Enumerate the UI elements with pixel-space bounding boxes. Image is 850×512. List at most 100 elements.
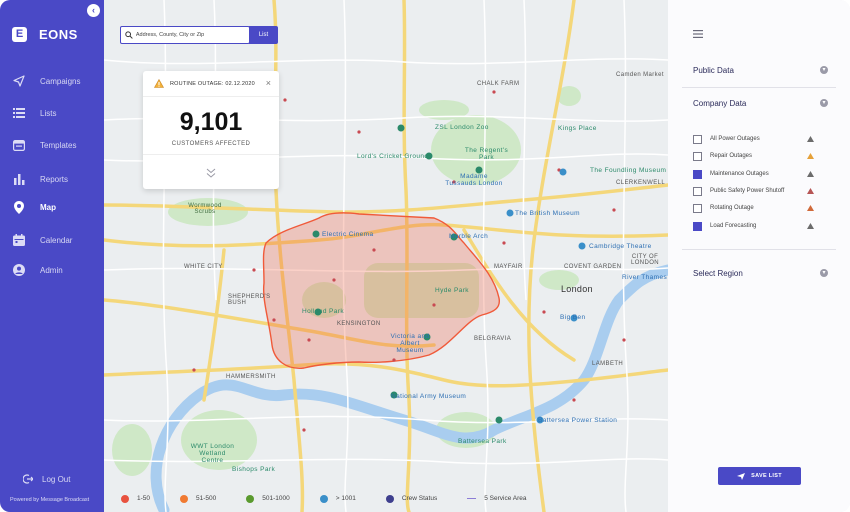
map-label: Lord's Cricket Ground <box>357 153 429 160</box>
legend-label: Crew Status <box>401 495 438 502</box>
calendar-icon <box>12 233 26 247</box>
map-label: CITY OF LONDON <box>630 254 660 266</box>
maintenance-icon <box>807 171 814 177</box>
legend-item: 1-50 <box>121 494 151 503</box>
map-legend: 1-50 51-500 501-1000 > 1001 Crew Status … <box>104 485 668 512</box>
option-load-forecasting[interactable]: Load Forecasting <box>693 220 818 232</box>
checkbox-checked[interactable] <box>693 169 702 179</box>
brand-logo: E <box>12 27 27 42</box>
legend-item: 51-500 <box>180 494 217 503</box>
sidebar-item-lists[interactable]: Lists <box>0 101 104 125</box>
map-label: LAMBETH <box>592 361 624 367</box>
option-rotating-outage[interactable]: Rotating Outage <box>693 202 818 214</box>
logout-icon <box>21 472 35 486</box>
chevron-double-down-icon[interactable] <box>205 167 217 179</box>
outage-marker-icon <box>246 494 255 503</box>
option-label: Public Safety Power Shutoff <box>710 188 785 194</box>
checkbox-checked[interactable] <box>693 221 702 231</box>
legend-item: > 1001 <box>319 494 356 503</box>
search-input[interactable] <box>135 32 249 38</box>
option-label: Repair Outages <box>710 153 753 159</box>
map-label: Marble Arch <box>449 233 489 240</box>
brand: E EONS <box>12 27 78 42</box>
map-label: Holland Park <box>302 308 345 315</box>
outage-card-footer <box>143 154 279 189</box>
map-label: Battersea Park <box>458 438 507 445</box>
send-icon <box>12 74 26 88</box>
select-region-title[interactable]: Select Region <box>693 269 743 278</box>
map-label: SHEPHERD'S BUSH <box>228 294 271 306</box>
divider <box>682 249 836 250</box>
legend-label: 1-50 <box>137 495 151 502</box>
logout-button[interactable]: Log Out <box>0 470 104 488</box>
map-view[interactable]: CHALK FARM ZSL London Zoo The Regent's P… <box>104 0 668 512</box>
send-icon <box>737 472 746 480</box>
list-button[interactable]: List <box>249 26 278 44</box>
menu-icon[interactable] <box>693 30 703 38</box>
checkbox[interactable] <box>693 203 702 213</box>
map-label: WWT London Wetland Centre <box>190 443 235 464</box>
legend-label: 51-500 <box>196 495 217 502</box>
bar-chart-icon <box>12 172 26 186</box>
customers-affected-count: 9,101 <box>179 108 243 136</box>
template-icon <box>12 138 26 152</box>
map-label: The Regent's Park <box>464 147 509 161</box>
sidebar: ‹ E EONS Campaigns Lists Templates Repor… <box>0 0 104 512</box>
search-icon <box>125 31 133 39</box>
service-area-line-icon <box>467 497 477 500</box>
legend-label: 5 Service Area <box>484 495 527 502</box>
chevron-down-icon[interactable]: ▾ <box>820 99 828 107</box>
option-repair-outages[interactable]: Repair Outages <box>693 150 818 162</box>
crew-status-icon <box>385 494 394 503</box>
outage-title: ROUTINE OUTAGE: 02.12.2020 <box>170 80 255 87</box>
save-list-button[interactable]: SAVE LIST <box>718 467 801 485</box>
collapse-sidebar-icon[interactable]: ‹ <box>87 4 100 17</box>
search-bar <box>120 26 250 44</box>
map-label: London <box>561 284 593 294</box>
close-icon[interactable]: × <box>266 79 271 88</box>
sidebar-item-label: Lists <box>40 108 57 118</box>
public-data-title[interactable]: Public Data <box>693 66 734 75</box>
sidebar-item-templates[interactable]: Templates <box>0 133 104 157</box>
map-label: Kings Place <box>558 125 597 132</box>
outage-marker-icon <box>319 494 328 503</box>
sidebar-item-reports[interactable]: Reports <box>0 167 104 191</box>
sidebar-item-campaigns[interactable]: Campaigns <box>0 69 104 93</box>
checkbox[interactable] <box>693 186 702 196</box>
option-all-power-outages[interactable]: All Power Outages <box>693 133 818 145</box>
map-label: Madame Tussauds London <box>445 173 503 187</box>
map-label: CLERKENWELL <box>616 180 666 186</box>
app-window: ‹ E EONS Campaigns Lists Templates Repor… <box>0 0 850 512</box>
legend-label: > 1001 <box>335 495 356 502</box>
outage-type-icon <box>807 136 814 142</box>
checkbox[interactable] <box>693 134 702 144</box>
map-label: Hyde Park <box>435 287 469 294</box>
chevron-down-icon[interactable]: ▾ <box>820 66 828 74</box>
sidebar-item-label: Map <box>40 202 56 212</box>
checkbox[interactable] <box>693 151 702 161</box>
sidebar-item-calendar[interactable]: Calendar <box>0 228 104 252</box>
rotating-outage-icon <box>807 205 814 211</box>
map-label: HAMMERSMITH <box>226 374 276 380</box>
map-label: MAYFAIR <box>494 264 523 270</box>
sidebar-item-admin[interactable]: Admin <box>0 258 104 282</box>
outage-marker-icon <box>180 494 189 503</box>
option-maintenance-outages[interactable]: Maintenance Outages <box>693 168 818 180</box>
brand-name: EONS <box>39 27 78 42</box>
filter-panel: Public Data ▾ Company Data ▾ All Power O… <box>668 0 850 512</box>
map-label: CHALK FARM <box>477 81 520 87</box>
map-label: COVENT GARDEN <box>564 264 622 270</box>
chevron-down-icon[interactable]: ▾ <box>820 269 828 277</box>
sidebar-item-map[interactable]: Map <box>0 195 104 219</box>
map-label: The Foundling Museum <box>590 167 667 174</box>
map-label: KENSINGTON <box>337 321 381 327</box>
sidebar-item-label: Templates <box>40 140 77 150</box>
sidebar-item-label: Calendar <box>40 235 73 245</box>
warning-icon <box>154 79 164 88</box>
company-data-title[interactable]: Company Data <box>693 99 746 108</box>
option-label: Maintenance Outages <box>710 171 769 177</box>
map-label: Electric Cinema <box>322 231 374 238</box>
map-label: Victoria and Albert Museum <box>390 333 430 354</box>
option-public-safety-shutoff[interactable]: Public Safety Power Shutoff <box>693 185 818 197</box>
outage-card-header: ROUTINE OUTAGE: 02.12.2020 <box>143 71 279 97</box>
